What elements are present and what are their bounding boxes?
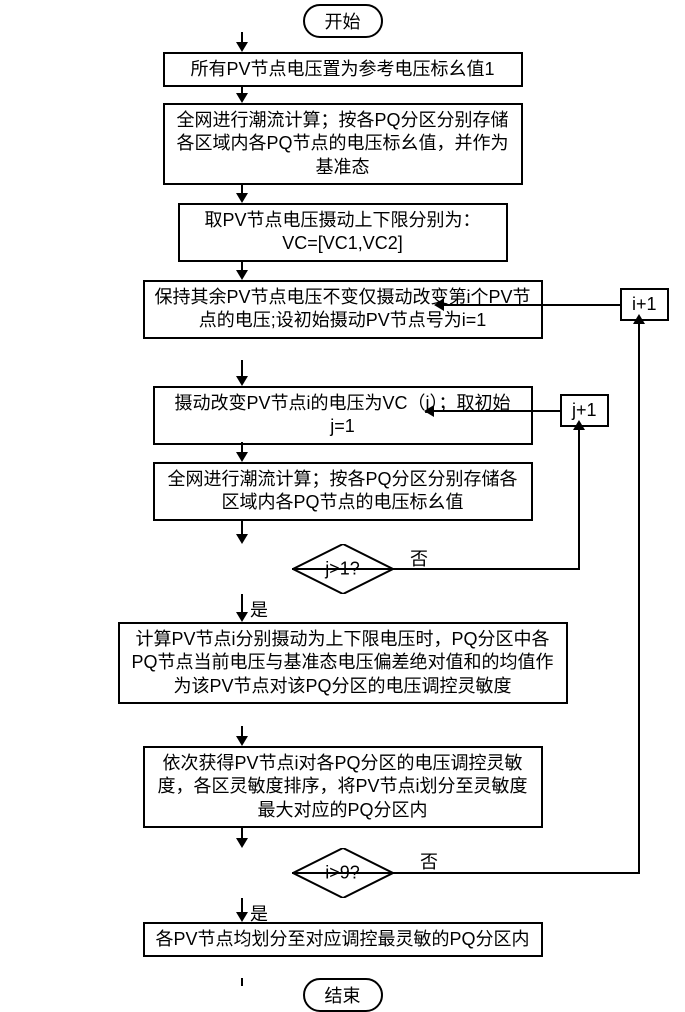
arrow-head <box>236 534 248 544</box>
process-text: 摄动改变PV节点i的电压为VC（j）；取初始j=1 <box>174 393 510 436</box>
arrow-head <box>236 93 248 103</box>
arrow-head <box>236 42 248 52</box>
start-label: 开始 <box>325 12 361 32</box>
arrow <box>241 594 243 614</box>
process-step-7: 计算PV节点i分别摄动为上下限电压时，PQ分区中各PQ节点当前电压与基准态电压偏… <box>118 622 568 704</box>
arrow-head <box>236 193 248 203</box>
increment-j-label: j+1 <box>572 400 597 420</box>
process-step-2: 全网进行潮流计算；按各PQ分区分别存储各区域内各PQ节点的电压标幺值，并作为基准… <box>163 103 523 185</box>
increment-i-label: i+1 <box>632 294 657 314</box>
loop-line <box>292 568 580 570</box>
no-label: 否 <box>420 848 438 874</box>
arrow-head <box>236 612 248 622</box>
process-step-6: 全网进行潮流计算；按各PQ分区分别存储各区域内各PQ节点的电压标幺值 <box>153 462 533 521</box>
process-step-3: 取PV节点电压摄动上下限分别为：VC=[VC1,VC2] <box>178 203 508 262</box>
process-text: 保持其余PV节点电压不变仅摄动改变第i个PV节点的电压;设初始摄动PV节点号为i… <box>154 287 530 330</box>
loop-line <box>432 410 560 412</box>
process-text: 依次获得PV节点i对各PQ分区的电压调控灵敏度，各区灵敏度排序，将PV节点i划分… <box>157 753 527 820</box>
process-text: 全网进行潮流计算；按各PQ分区分别存储各区域内各PQ节点的电压标幺值 <box>167 469 517 512</box>
arrow-head <box>434 299 444 311</box>
loop-line <box>638 322 640 874</box>
process-text: 各PV节点均划分至对应调控最灵敏的PQ分区内 <box>155 929 529 949</box>
arrow-head <box>236 376 248 386</box>
process-step-9: 各PV节点均划分至对应调控最灵敏的PQ分区内 <box>143 922 543 957</box>
arrow-head <box>633 314 645 324</box>
arrow-head <box>236 736 248 746</box>
arrow-head <box>236 838 248 848</box>
start-terminator: 开始 <box>303 4 383 38</box>
arrow-head <box>236 452 248 462</box>
end-label: 结束 <box>325 986 361 1006</box>
arrow-head <box>573 420 585 430</box>
arrow <box>241 978 243 986</box>
process-text: 所有PV节点电压置为参考电压标幺值1 <box>190 59 494 79</box>
yes-label: 是 <box>250 596 268 622</box>
process-step-8: 依次获得PV节点i对各PQ分区的电压调控灵敏度，各区灵敏度排序，将PV节点i划分… <box>143 746 543 828</box>
process-step-5: 摄动改变PV节点i的电压为VC（j）；取初始j=1 <box>153 386 533 445</box>
process-step-4: 保持其余PV节点电压不变仅摄动改变第i个PV节点的电压;设初始摄动PV节点号为i… <box>143 280 543 339</box>
process-text: 计算PV节点i分别摄动为上下限电压时，PQ分区中各PQ节点当前电压与基准态电压偏… <box>131 629 553 696</box>
loop-line <box>442 304 620 306</box>
flowchart-container: 开始 所有PV节点电压置为参考电压标幺值1 全网进行潮流计算；按各PQ分区分别存… <box>0 0 685 1000</box>
arrow-head <box>236 912 248 922</box>
loop-line <box>292 872 640 874</box>
loop-line <box>578 428 580 570</box>
process-text: 全网进行潮流计算；按各PQ分区分别存储各区域内各PQ节点的电压标幺值，并作为基准… <box>176 110 508 177</box>
process-step-1: 所有PV节点电压置为参考电压标幺值1 <box>163 52 523 87</box>
arrow-head <box>236 270 248 280</box>
arrow-head <box>424 405 434 417</box>
process-text: 取PV节点电压摄动上下限分别为：VC=[VC1,VC2] <box>204 210 480 253</box>
end-terminator: 结束 <box>303 978 383 1012</box>
